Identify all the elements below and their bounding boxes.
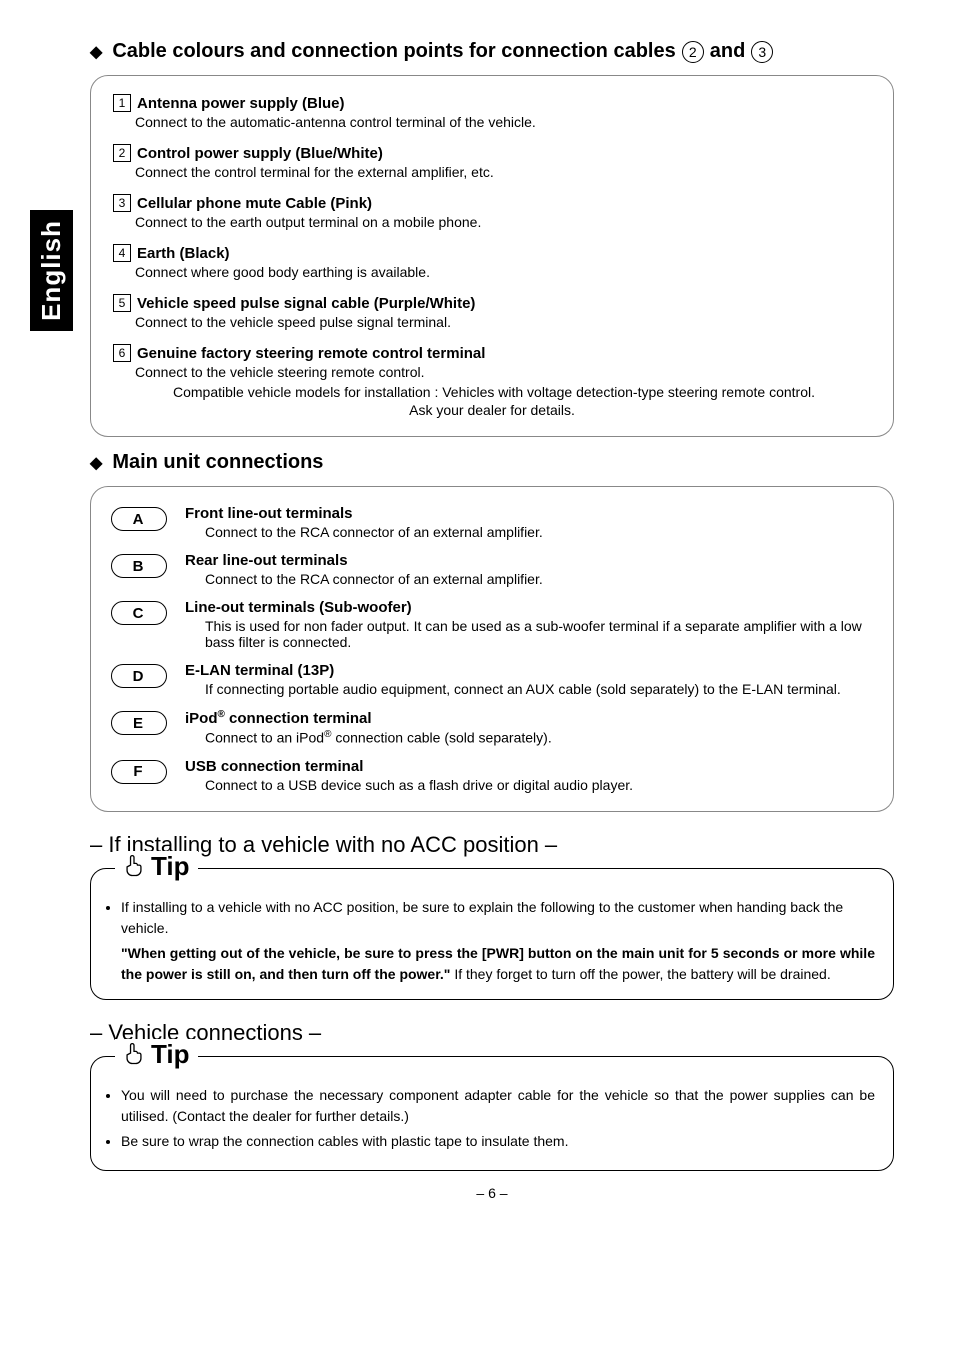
page-number: – 6 –: [90, 1185, 894, 1201]
cable-desc-1: Connect to the automatic-antenna control…: [135, 114, 871, 130]
conn-title-f: USB connection terminal: [185, 758, 633, 775]
cable-title-2: Control power supply (Blue/White): [137, 145, 383, 162]
cable-title-4: Earth (Black): [137, 245, 230, 262]
cable-item-4: 4 Earth (Black) Connect where good body e…: [113, 244, 871, 280]
compat-line2: Ask your dealer for details.: [113, 402, 871, 418]
tip-label-1: Tip: [151, 851, 190, 882]
page-content: Cable colours and connection points for …: [90, 40, 894, 1201]
circled-2-icon: 2: [682, 41, 704, 63]
capsule-a: A: [111, 507, 167, 531]
cable-desc-4: Connect where good body earthing is avai…: [135, 264, 871, 280]
section1-title-and: and: [710, 40, 746, 63]
conn-row-c: C Line-out terminals (Sub-woofer) This is…: [111, 599, 871, 650]
compat-line1: Compatible vehicle models for installati…: [173, 384, 871, 400]
tip-box-1: Tip If installing to a vehicle with no A…: [90, 868, 894, 1000]
tip-box-2: Tip You will need to purchase the necess…: [90, 1056, 894, 1171]
capsule-f: F: [111, 760, 167, 784]
section2-title: Main unit connections: [90, 451, 894, 474]
capsule-b: B: [111, 554, 167, 578]
tip1-bullet1: If installing to a vehicle with no ACC p…: [121, 897, 875, 939]
section1-title: Cable colours and connection points for …: [90, 40, 894, 63]
sub-heading-vehicle: – Vehicle connections –: [90, 1020, 894, 1046]
conn-desc-c: This is used for non fader output. It ca…: [205, 618, 871, 650]
numbox-1: 1: [113, 94, 131, 112]
conn-title-c: Line-out terminals (Sub-woofer): [185, 599, 871, 616]
circled-3-icon: 3: [751, 41, 773, 63]
language-tab: English: [30, 210, 73, 331]
section1-title-prefix: Cable colours and connection points for …: [112, 40, 675, 63]
numbox-6: 6: [113, 344, 131, 362]
tip-text-1: If installing to a vehicle with no ACC p…: [109, 897, 875, 985]
tip1-warning: "When getting out of the vehicle, be sur…: [121, 943, 875, 985]
capsule-d: D: [111, 664, 167, 688]
cable-title-6: Genuine factory steering remote control …: [137, 345, 485, 362]
conn-row-d: D E-LAN terminal (13P) If connecting port…: [111, 662, 871, 697]
conn-desc-a: Connect to the RCA connector of an exter…: [205, 524, 543, 540]
conn-row-a: A Front line-out terminals Connect to the…: [111, 505, 871, 540]
cable-desc-2: Connect the control terminal for the ext…: [135, 164, 871, 180]
hand-pointer-icon: [123, 853, 145, 879]
conn-desc-b: Connect to the RCA connector of an exter…: [205, 571, 543, 587]
conn-title-a: Front line-out terminals: [185, 505, 543, 522]
conn-title-e: iPod® connection terminal: [185, 709, 552, 727]
tip-label-2: Tip: [151, 1039, 190, 1070]
conn-title-d: E-LAN terminal (13P): [185, 662, 841, 679]
cable-title-5: Vehicle speed pulse signal cable (Purple…: [137, 295, 475, 312]
cable-desc-3: Connect to the earth output terminal on …: [135, 214, 871, 230]
sub-heading-acc: – If installing to a vehicle with no ACC…: [90, 832, 894, 858]
cable-item-2: 2 Control power supply (Blue/White) Conne…: [113, 144, 871, 180]
conn-row-b: B Rear line-out terminals Connect to the …: [111, 552, 871, 587]
conn-row-f: F USB connection terminal Connect to a US…: [111, 758, 871, 793]
capsule-c: C: [111, 601, 167, 625]
cable-title-3: Cellular phone mute Cable (Pink): [137, 195, 372, 212]
numbox-5: 5: [113, 294, 131, 312]
cable-item-5: 5 Vehicle speed pulse signal cable (Purpl…: [113, 294, 871, 330]
conn-row-e: E iPod® connection terminal Connect to an…: [111, 709, 871, 746]
conn-title-b: Rear line-out terminals: [185, 552, 543, 569]
tip-legend-2: Tip: [115, 1039, 198, 1070]
tip2-bullet2: Be sure to wrap the connection cables wi…: [121, 1131, 875, 1152]
tip-text-2: You will need to purchase the necessary …: [109, 1085, 875, 1152]
cable-desc-5: Connect to the vehicle speed pulse signa…: [135, 314, 871, 330]
tip2-bullet1: You will need to purchase the necessary …: [121, 1085, 875, 1127]
cable-item-6: 6 Genuine factory steering remote control…: [113, 344, 871, 380]
tip-legend-1: Tip: [115, 851, 198, 882]
capsule-e: E: [111, 711, 167, 735]
hand-pointer-icon: [123, 1041, 145, 1067]
cable-box: 1 Antenna power supply (Blue) Connect to …: [90, 75, 894, 437]
numbox-4: 4: [113, 244, 131, 262]
conn-desc-f: Connect to a USB device such as a flash …: [205, 777, 633, 793]
cable-item-3: 3 Cellular phone mute Cable (Pink) Connec…: [113, 194, 871, 230]
cable-item-1: 1 Antenna power supply (Blue) Connect to …: [113, 94, 871, 130]
numbox-2: 2: [113, 144, 131, 162]
cable-desc-6: Connect to the vehicle steering remote c…: [135, 364, 871, 380]
cable-title-1: Antenna power supply (Blue): [137, 95, 345, 112]
conn-desc-e: Connect to an iPod® connection cable (so…: [205, 729, 552, 746]
conn-desc-d: If connecting portable audio equipment, …: [205, 681, 841, 697]
main-unit-box: A Front line-out terminals Connect to the…: [90, 486, 894, 812]
numbox-3: 3: [113, 194, 131, 212]
